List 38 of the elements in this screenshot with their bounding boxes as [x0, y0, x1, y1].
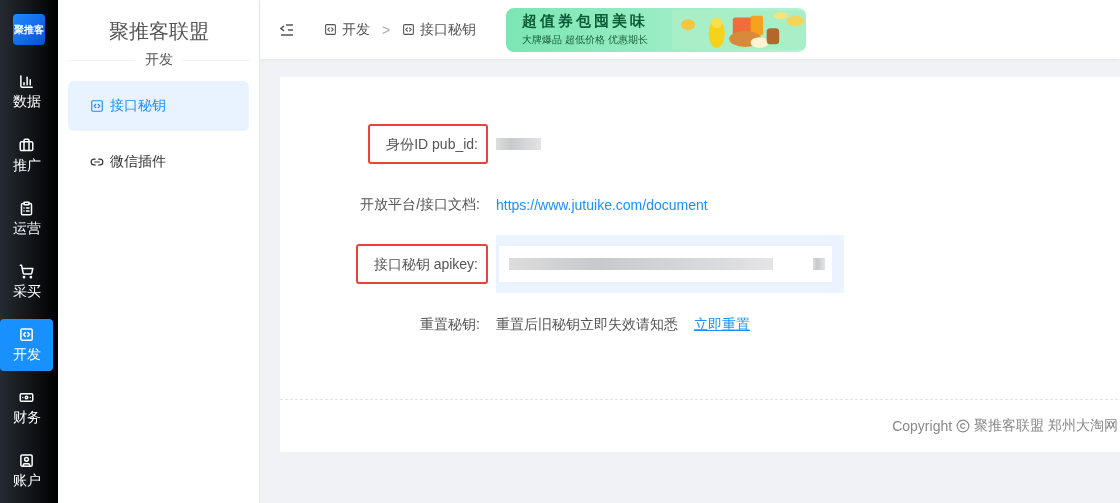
field-label: 身份ID pub_id:	[368, 124, 488, 164]
copyright-text: 聚推客联盟 郑州大淘网	[974, 417, 1118, 435]
nav-item[interactable]: 账户	[0, 445, 53, 498]
redacted-value	[813, 258, 825, 270]
nav-item[interactable]: 运营	[0, 193, 53, 246]
reset-note: 重置后旧秘钥立即失效请知悉	[496, 316, 678, 334]
code-icon	[402, 23, 416, 36]
cart-icon	[19, 263, 34, 279]
briefcase-icon	[19, 137, 34, 153]
app-logo[interactable]: 聚推客	[13, 14, 45, 46]
field-label: 重置秘钥:	[420, 316, 480, 334]
breadcrumb-item[interactable]: 开发	[342, 20, 370, 39]
copyright-icon	[956, 419, 971, 433]
code-icon	[90, 99, 104, 113]
app-title: 聚推客联盟	[107, 19, 210, 44]
nav-item[interactable]: 采买	[0, 256, 53, 309]
user-icon	[19, 452, 34, 468]
breadcrumb-item[interactable]: 接口秘钥	[420, 20, 477, 39]
banner-title: 超值券包囤美味	[522, 12, 650, 31]
clipboard-icon	[19, 200, 34, 216]
code-icon	[324, 23, 337, 36]
section-title: 开发	[144, 51, 173, 69]
nav-item[interactable]: 推广	[0, 130, 53, 183]
field-label: 接口秘钥 apikey:	[355, 244, 488, 284]
collapse-menu-icon[interactable]	[280, 23, 294, 36]
copyright-label: Copyright	[892, 418, 953, 434]
banner-subtitle: 大牌爆品 超低价格 优惠期长	[522, 33, 649, 47]
breadcrumb-separator: >	[382, 21, 391, 38]
promo-banner[interactable]: 超值券包囤美味 大牌爆品 超低价格 优惠期长	[506, 7, 807, 52]
field-label: 开放平台/接口文档:	[360, 196, 480, 214]
redacted-value	[496, 138, 541, 150]
code-icon	[19, 326, 34, 342]
link-icon	[90, 155, 104, 169]
nav-item[interactable]: 数据	[0, 66, 53, 119]
apikey-field[interactable]	[496, 235, 844, 293]
menu-item[interactable]: 微信插件	[68, 137, 249, 187]
chart-icon	[19, 74, 34, 90]
nav-item[interactable]: 财务	[0, 382, 53, 435]
